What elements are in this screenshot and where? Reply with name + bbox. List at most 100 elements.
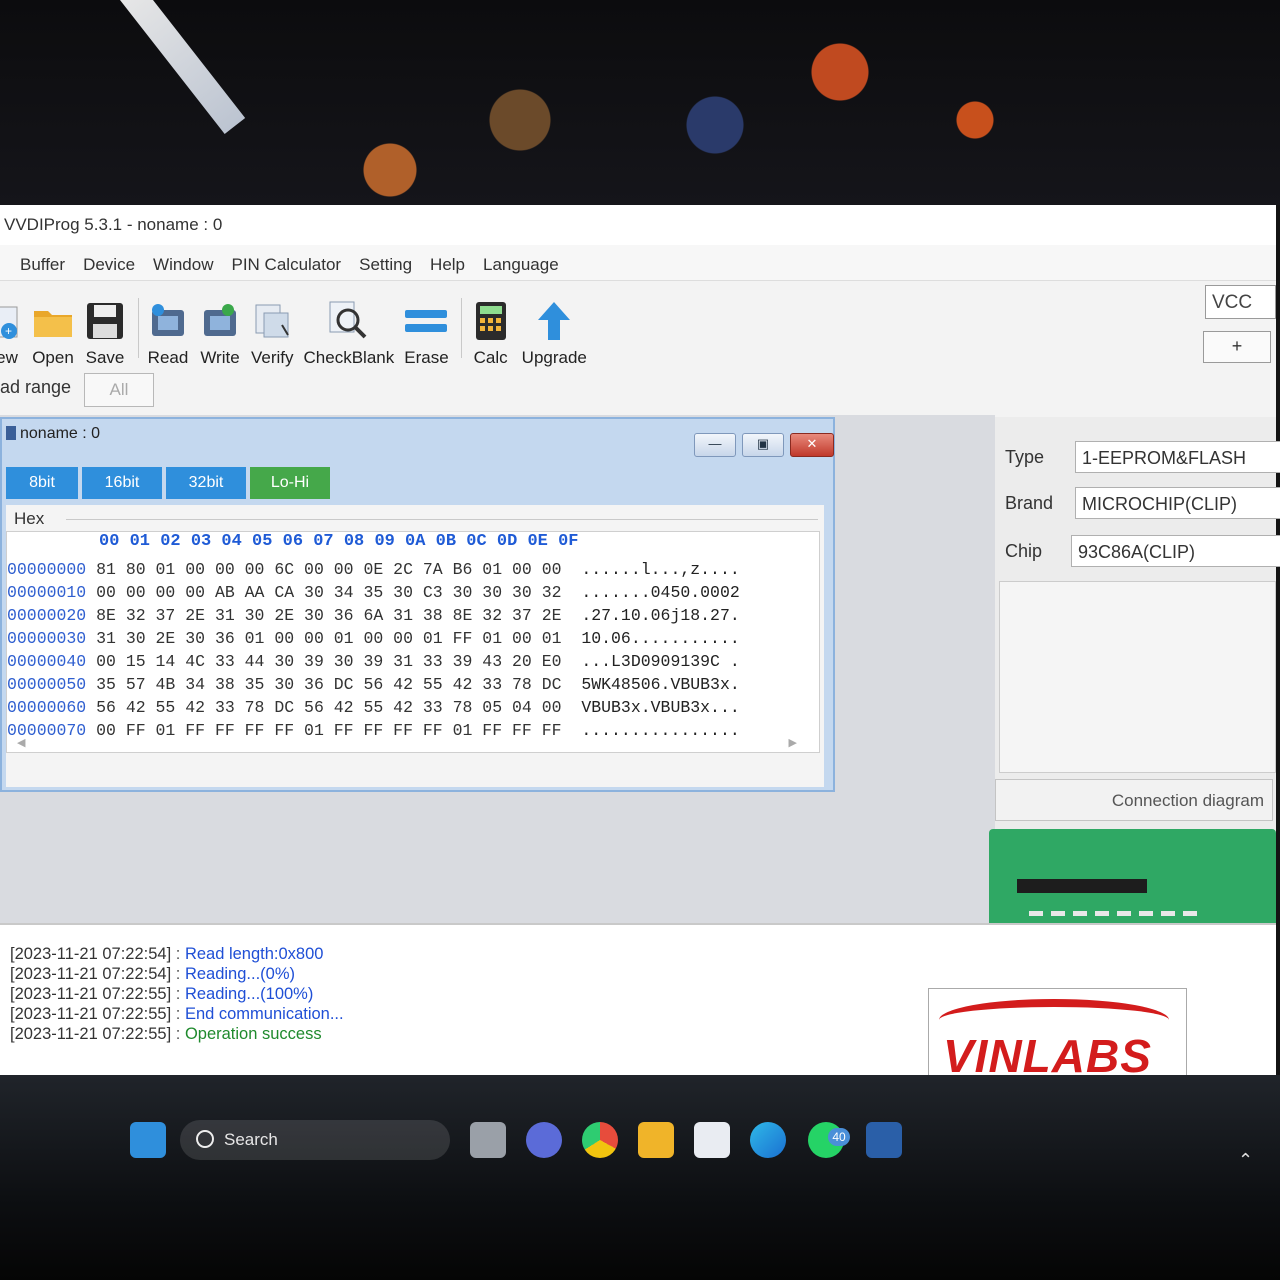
hex-ascii: .27.10.06j18.27. [581,606,740,625]
menu-help[interactable]: Help [422,245,475,280]
hex-row: 00000000 81 80 01 00 00 00 6C 00 00 0E 2… [7,560,740,583]
mode-lo-hi[interactable]: Lo-Hi [250,467,330,499]
bit-mode-tabs: 8bit 16bit 32bit Lo-Hi [6,467,334,499]
hex-row: 00000050 35 57 4B 34 38 35 30 36 DC 56 4… [7,675,740,698]
close-button[interactable]: ✕ [790,433,834,457]
erase-icon [405,300,448,342]
chip-preview [999,581,1276,773]
toolbar: + ew Open Save Read Write Verify CheckBl… [0,282,1200,368]
hex-bytes[interactable]: 31 30 2E 30 36 01 00 00 01 00 00 01 FF 0… [96,629,561,648]
hex-address: 00000040 [7,652,87,671]
connection-diagram-button[interactable]: Connection diagram [995,779,1273,821]
hex-bytes[interactable]: 35 57 4B 34 38 35 30 36 DC 56 42 55 42 3… [96,675,561,694]
log-entry: [2023-11-21 07:22:55] : Operation succes… [10,1025,322,1043]
calc-button[interactable]: Calc [470,288,512,368]
write-button[interactable]: Write [199,288,241,368]
log-timestamp: [2023-11-21 07:22:55] [10,1025,172,1043]
hex-ascii: .......0450.0002 [581,583,740,602]
vvdiprog-icon[interactable] [866,1122,902,1158]
desk-foreground [0,1075,1280,1280]
menu-device[interactable]: Device [75,245,145,280]
read-range-select[interactable]: All [84,373,154,407]
calc-label: Calc [473,348,508,367]
mode-8bit[interactable]: 8bit [6,467,78,499]
open-button[interactable]: Open [32,288,74,368]
buffer-window-title: noname : 0 [6,425,100,443]
new-button[interactable]: + ew [0,288,22,368]
mode-32bit[interactable]: 32bit [166,467,246,499]
save-button[interactable]: Save [84,288,126,368]
menu-bar: Buffer Device Window PIN Calculator Sett… [0,245,1276,281]
hex-ascii: 10.06........... [581,629,740,648]
hex-editor[interactable]: 00 01 02 03 04 05 06 07 08 09 0A 0B 0C 0… [6,531,820,753]
vcc-plus-button[interactable]: + [1203,331,1271,363]
erase-button[interactable]: Erase [404,288,449,368]
read-range-label: ad range [0,377,72,397]
minimize-button[interactable]: — [694,433,736,457]
checkblank-label: CheckBlank [303,348,395,367]
hex-address: 00000060 [7,698,87,717]
erase-label: Erase [404,348,449,367]
brand-field[interactable]: MICROCHIP(CLIP) [1075,487,1280,519]
menu-setting[interactable]: Setting [351,245,422,280]
type-label: Type [1005,447,1045,467]
hex-address: 00000020 [7,606,87,625]
menu-pin-calculator[interactable]: PIN Calculator [224,245,352,280]
hex-bytes[interactable]: 00 00 00 00 AB AA CA 30 34 35 30 C3 30 3… [96,583,561,602]
chevron-up-icon[interactable]: ⌃ [1238,1150,1253,1171]
start-icon[interactable] [130,1122,166,1158]
maximize-button[interactable]: ▣ [742,433,784,457]
hex-group-line [66,519,818,520]
read-label: Read [147,348,189,367]
upgrade-button[interactable]: Upgrade [522,288,587,368]
document-icon [6,426,16,440]
horizontal-scrollbar[interactable]: ◀ ▶ [17,736,797,750]
hex-bytes[interactable]: 00 15 14 4C 33 44 30 39 30 39 31 33 39 4… [96,652,561,671]
vvdiprog-window: VVDIProg 5.3.1 - noname : 0 Buffer Devic… [0,205,1280,1077]
buffer-window: noname : 0 — ▣ ✕ 8bit 16bit 32bit Lo-Hi … [0,417,835,792]
vcc-display: VCC [1205,285,1276,319]
read-button[interactable]: Read [147,288,189,368]
chat-icon[interactable] [526,1122,562,1158]
chip-field[interactable]: 93C86A(CLIP) [1071,535,1280,567]
hex-address: 00000030 [7,629,87,648]
log-entry: [2023-11-21 07:22:54] : Read length:0x80… [10,945,324,963]
store-icon[interactable] [694,1122,730,1158]
log-message: Reading...(100%) [184,985,314,1003]
whatsapp-badge: 40 [828,1128,850,1146]
task-view-icon[interactable] [470,1122,506,1158]
log-timestamp: [2023-11-21 07:22:54] [10,945,172,963]
type-field[interactable]: 1-EEPROM&FLASH [1075,441,1280,473]
hex-ascii: VBUB3x.VBUB3x... [581,698,740,717]
board-connector [1017,879,1147,893]
log-message: End communication... [184,1005,344,1023]
hex-row: 00000010 00 00 00 00 AB AA CA 30 34 35 3… [7,583,740,606]
floppy-icon [84,300,126,342]
magnifier-icon [328,300,370,342]
menu-window[interactable]: Window [145,245,223,280]
open-label: Open [32,348,74,367]
hex-bytes[interactable]: 56 42 55 42 33 78 DC 56 42 55 42 33 78 0… [96,698,561,717]
menu-buffer[interactable]: Buffer [12,245,75,280]
hex-address: 00000010 [7,583,87,602]
write-label: Write [200,348,240,367]
taskbar-search[interactable]: Search [180,1120,450,1160]
arrow-up-icon [533,300,575,342]
hex-address: 00000050 [7,675,87,694]
hex-ascii: 5WK48506.VBUB3x. [581,675,740,694]
file-explorer-icon[interactable] [638,1122,674,1158]
new-label: ew [0,348,18,367]
mode-16bit[interactable]: 16bit [82,467,162,499]
hex-column-header: 00 01 02 03 04 05 06 07 08 09 0A 0B 0C 0… [99,532,579,551]
hex-bytes[interactable]: 8E 32 37 2E 31 30 2E 30 36 6A 31 38 8E 3… [96,606,561,625]
verify-button[interactable]: Verify [251,288,294,368]
hex-bytes[interactable]: 81 80 01 00 00 00 6C 00 00 0E 2C 7A B6 0… [96,560,561,579]
hex-row: 00000040 00 15 14 4C 33 44 30 39 30 39 3… [7,652,740,675]
checkblank-button[interactable]: CheckBlank [303,288,395,368]
edge-icon[interactable] [750,1122,786,1158]
chrome-icon[interactable] [582,1122,618,1158]
brand-label: Brand [1005,493,1054,513]
menu-language[interactable]: Language [475,245,569,280]
window-title: VVDIProg 5.3.1 - noname : 0 [0,205,1276,245]
chip-write-icon [199,300,241,342]
